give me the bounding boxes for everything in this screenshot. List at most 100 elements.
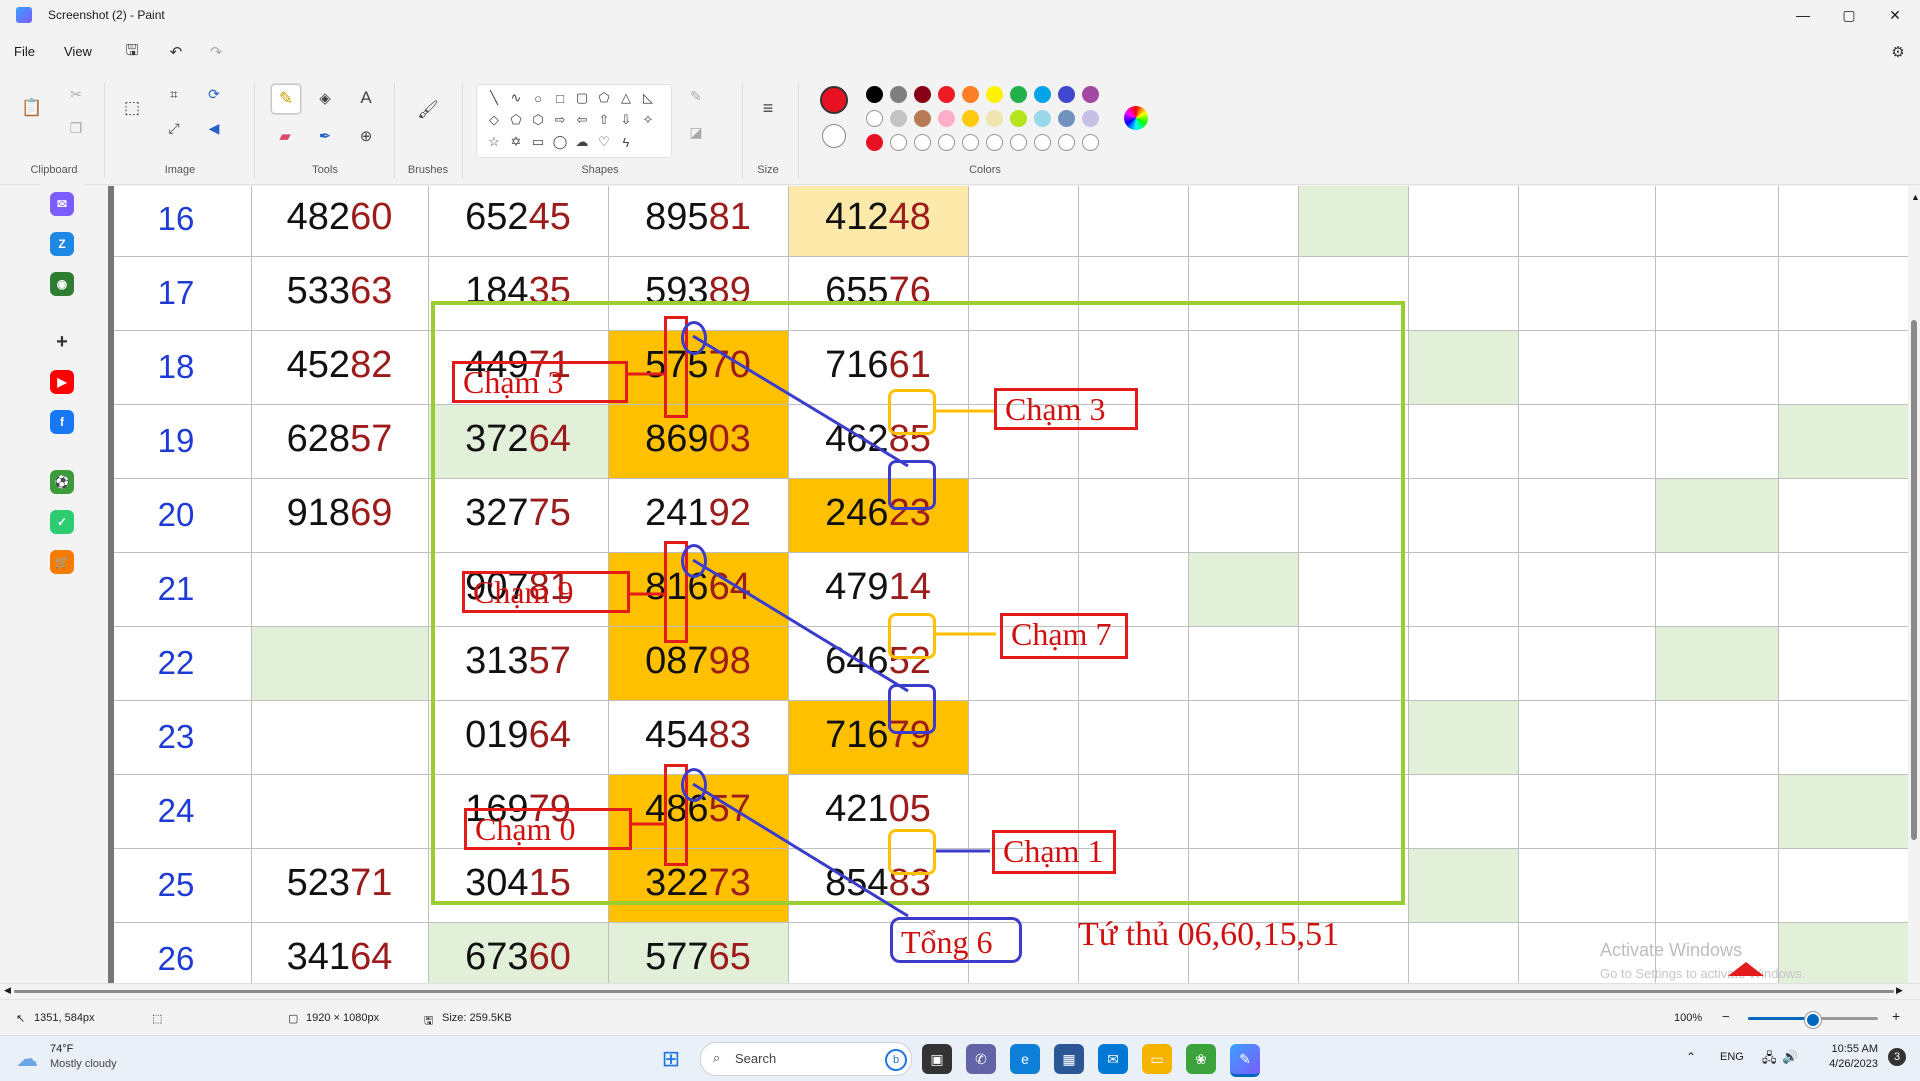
shop-icon[interactable]: 🛒	[50, 550, 74, 574]
horizontal-scroll-thumb[interactable]	[14, 990, 1894, 993]
callout-cloud-shape-icon[interactable]: ☁	[573, 133, 591, 151]
polygon-shape-icon[interactable]: ⬠	[595, 89, 613, 107]
scroll-up-icon[interactable]: ▲	[1911, 192, 1920, 202]
rectangle-shape-icon[interactable]: □	[551, 89, 569, 107]
rounded-rect-shape-icon[interactable]: ▢	[573, 89, 591, 107]
fill-icon[interactable]: ◈	[311, 84, 339, 112]
arrow-right-shape-icon[interactable]: ⇨	[551, 111, 569, 129]
file-explorer-icon[interactable]: ▭	[1142, 1044, 1172, 1074]
vertical-scroll-thumb[interactable]	[1911, 320, 1917, 840]
color-swatch[interactable]	[1082, 86, 1099, 103]
callout-rect-shape-icon[interactable]: ▭	[529, 133, 547, 151]
triangle-shape-icon[interactable]: △	[617, 89, 635, 107]
zoom-in-icon[interactable]: +	[1892, 1008, 1900, 1024]
color-swatch[interactable]	[914, 110, 931, 127]
magnifier-icon[interactable]: ⊕	[352, 122, 380, 150]
teams-icon[interactable]: ✆	[966, 1044, 996, 1074]
color-swatch[interactable]	[1058, 110, 1075, 127]
color-swatch[interactable]	[962, 134, 979, 151]
clock-date[interactable]: 4/26/2023	[1822, 1058, 1878, 1070]
youtube-icon[interactable]: ▶	[50, 370, 74, 394]
color-swatch[interactable]	[986, 86, 1003, 103]
zalo-icon[interactable]: Z	[50, 232, 74, 256]
arrow-up-shape-icon[interactable]: ⇧	[595, 111, 613, 129]
network-icon[interactable]: 🖧	[1762, 1049, 1777, 1071]
color-swatch[interactable]	[1058, 134, 1075, 151]
language-indicator[interactable]: ENG	[1720, 1051, 1744, 1063]
paint-canvas[interactable]: 16 48260 65245 89581 41248 17 53363 18435 59389 6…	[108, 186, 1908, 983]
taskbar-search[interactable]: ⌕ Search b	[700, 1042, 912, 1076]
right-triangle-shape-icon[interactable]: ◺	[639, 89, 657, 107]
primary-color-swatch[interactable]	[820, 86, 848, 114]
color-swatch[interactable]	[914, 134, 931, 151]
select-icon[interactable]: ⬚	[118, 94, 146, 122]
color-swatch[interactable]	[938, 86, 955, 103]
maximize-button[interactable]: ▢	[1826, 0, 1872, 30]
zoom-slider-thumb[interactable]	[1805, 1012, 1821, 1028]
eraser-icon[interactable]: ▰	[271, 122, 299, 150]
messenger-icon[interactable]: ✉	[50, 192, 74, 216]
shapes-gallery[interactable]: ╲ ∿ ○ □ ▢ ⬠ △ ◺ ◇ ⬠ ⬡ ⇨ ⇦ ⇧ ⇩ ✧ ☆ ✡ ▭ ◯ …	[476, 84, 672, 158]
arrow-down-shape-icon[interactable]: ⇩	[617, 111, 635, 129]
redo-icon[interactable]: ↷	[202, 40, 230, 64]
flip-icon[interactable]: ◀	[200, 114, 228, 142]
color-swatch[interactable]	[962, 86, 979, 103]
curve-shape-icon[interactable]: ∿	[507, 89, 525, 107]
color-swatch[interactable]	[1034, 134, 1051, 151]
hexagon-shape-icon[interactable]: ⬡	[529, 111, 547, 129]
cut-icon[interactable]: ✂	[62, 80, 90, 108]
color-swatch[interactable]	[890, 134, 907, 151]
color-swatch[interactable]	[890, 86, 907, 103]
diamond-shape-icon[interactable]: ◇	[485, 111, 503, 129]
scroll-left-icon[interactable]: ◀	[4, 985, 11, 996]
color-swatch[interactable]	[1034, 86, 1051, 103]
color-swatch[interactable]	[986, 134, 1003, 151]
resize-icon[interactable]: ⤢	[160, 114, 188, 142]
paint-taskbar-icon[interactable]: ✎	[1230, 1044, 1260, 1077]
app-icon[interactable]: ❀	[1186, 1044, 1216, 1074]
color-swatch[interactable]	[1010, 110, 1027, 127]
add-icon[interactable]: +	[50, 330, 74, 354]
arrow-left-shape-icon[interactable]: ⇦	[573, 111, 591, 129]
volume-icon[interactable]: 🔊	[1782, 1049, 1798, 1065]
notification-badge[interactable]: 3	[1888, 1048, 1906, 1066]
paste-icon[interactable]: 📋	[18, 94, 46, 122]
clock-time[interactable]: 10:55 AM	[1822, 1043, 1878, 1055]
text-icon[interactable]: A	[352, 84, 380, 112]
color-picker-icon[interactable]: ✒	[311, 122, 339, 150]
start-icon[interactable]: ⊞	[656, 1044, 686, 1074]
mail-icon[interactable]: ✉	[1098, 1044, 1128, 1074]
game-icon[interactable]: ◉	[50, 272, 74, 296]
color-swatch[interactable]	[866, 86, 883, 103]
color-swatch[interactable]	[866, 134, 883, 151]
scroll-right-icon[interactable]: ▶	[1896, 985, 1903, 996]
heart-shape-icon[interactable]: ♡	[595, 133, 613, 151]
color-swatch[interactable]	[914, 86, 931, 103]
account-icon[interactable]: ⚙	[1884, 40, 1912, 64]
shape-fill-icon[interactable]: ◪	[682, 118, 710, 146]
store-icon[interactable]: ▦	[1054, 1044, 1084, 1074]
color-swatch[interactable]	[938, 134, 955, 151]
color-swatch[interactable]	[1010, 86, 1027, 103]
task-view-icon[interactable]: ▣	[922, 1044, 952, 1074]
football-icon[interactable]: ⚽	[50, 470, 74, 494]
size-icon[interactable]: ≡	[754, 94, 782, 122]
line-shape-icon[interactable]: ╲	[485, 89, 503, 107]
color-swatch[interactable]	[1082, 110, 1099, 127]
color-swatch[interactable]	[890, 110, 907, 127]
save-icon[interactable]: 🖫	[118, 40, 146, 64]
color-swatch[interactable]	[1034, 110, 1051, 127]
vertical-scrollbar[interactable]: ▲	[1908, 186, 1920, 983]
minimize-button[interactable]: —	[1780, 0, 1826, 30]
close-button[interactable]: ✕	[1872, 0, 1918, 30]
lightning-shape-icon[interactable]: ϟ	[617, 133, 635, 151]
shield-icon[interactable]: ✓	[50, 510, 74, 534]
star4-shape-icon[interactable]: ✧	[639, 111, 657, 129]
rotate-icon[interactable]: ⟳	[200, 80, 228, 108]
color-swatch[interactable]	[1082, 134, 1099, 151]
color-swatch[interactable]	[986, 110, 1003, 127]
menu-view[interactable]: View	[64, 44, 92, 59]
secondary-color-swatch[interactable]	[822, 124, 846, 148]
edit-colors-icon[interactable]	[1124, 106, 1148, 130]
edge-icon[interactable]: e	[1010, 1044, 1040, 1074]
